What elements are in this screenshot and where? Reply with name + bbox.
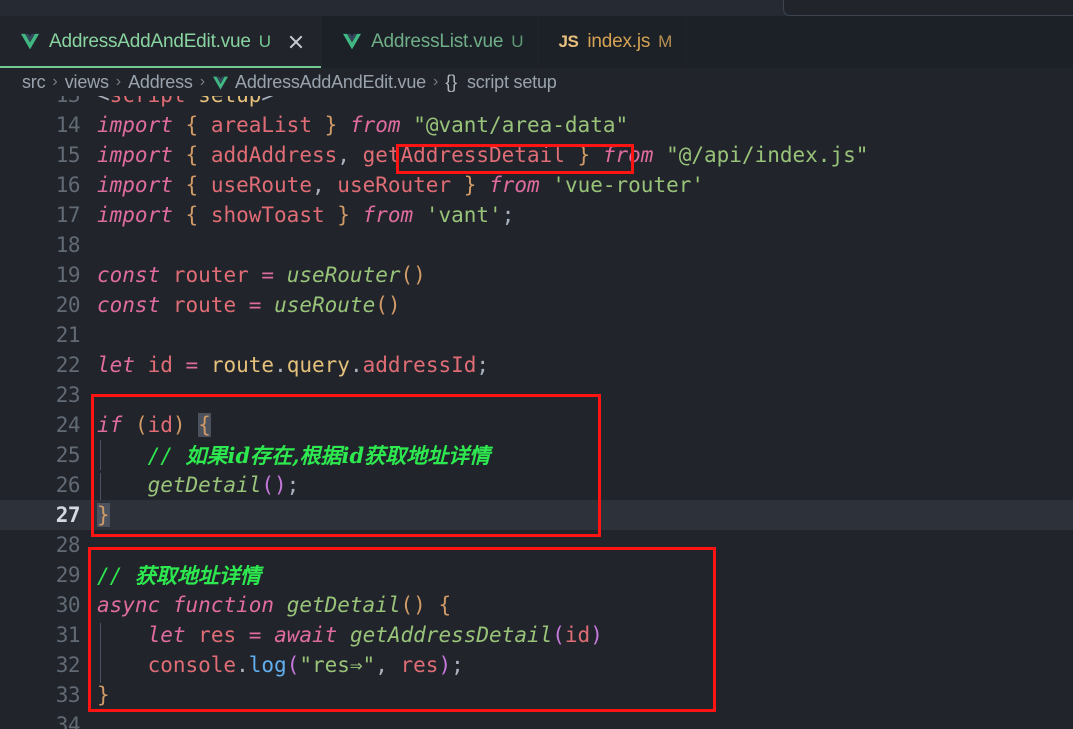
code-line[interactable]: 22 let id = route.query.addressId; <box>0 350 1073 380</box>
tab-git-badge: U <box>511 32 524 51</box>
breadcrumb-separator: › <box>432 73 439 90</box>
line-number: 16 <box>55 173 81 197</box>
code-line[interactable]: 23 <box>0 380 1073 410</box>
title-bar-strip <box>0 0 1073 16</box>
line-content: console.log("res⇒", res); <box>97 653 1073 683</box>
line-number: 22 <box>55 353 81 377</box>
line-number: 24 <box>55 413 81 437</box>
breadcrumb-symbol-label: script setup <box>466 71 557 92</box>
code-line[interactable]: 33 } <box>0 680 1073 710</box>
line-content: const router = useRouter() <box>97 263 426 287</box>
code-line[interactable]: 32 console.log("res⇒", res); <box>0 650 1073 683</box>
code-line[interactable]: 29 // 获取地址详情 <box>0 560 1073 590</box>
code-line[interactable]: 24 if (id) { <box>0 410 1073 440</box>
line-number: 30 <box>55 593 81 617</box>
js-icon: JS <box>558 32 579 51</box>
code-line[interactable]: 26 getDetail(); <box>0 470 1073 503</box>
vue-icon <box>20 33 40 51</box>
line-number: 23 <box>55 383 81 407</box>
breadcrumb: src › views › Address › AddressAddAndEdi… <box>0 68 1073 96</box>
line-number: 15 <box>55 143 81 167</box>
tab-label: AddressList.vue <box>371 31 504 52</box>
line-number: 20 <box>55 293 81 317</box>
line-content: async function getDetail() { <box>97 593 452 617</box>
code-line[interactable]: 19 const router = useRouter() <box>0 260 1073 290</box>
line-number: 31 <box>55 623 81 647</box>
line-content: const route = useRoute() <box>97 293 401 317</box>
code-line[interactable]: 31 let res = await getAddressDetail(id) <box>0 620 1073 653</box>
line-number: 14 <box>55 113 81 137</box>
tab-address-add-and-edit-vue[interactable]: AddressAddAndEdit.vue U <box>0 16 323 68</box>
code-line[interactable]: 30 async function getDetail() { <box>0 590 1073 620</box>
line-content: import { addAddress, getAddressDetail } … <box>97 143 869 167</box>
code-lines: 13 <script setup> 14 import { areaList }… <box>0 96 1073 729</box>
line-number: 28 <box>55 533 81 557</box>
line-number: 27 <box>55 503 81 527</box>
quick-input-widget-edge <box>783 0 1073 16</box>
line-number: 32 <box>55 653 81 677</box>
tab-git-badge: U <box>258 32 272 51</box>
line-content: import { showToast } from 'vant'; <box>97 203 515 227</box>
code-editor[interactable]: 13 <script setup> 14 import { areaList }… <box>0 96 1073 729</box>
line-content: } <box>97 683 110 707</box>
tab-address-list-vue[interactable]: AddressList.vue U <box>322 16 539 68</box>
line-content: import { areaList } from "@vant/area-dat… <box>97 113 629 137</box>
line-number: 13 <box>0 96 97 107</box>
breadcrumb-item-views[interactable]: views <box>65 72 109 93</box>
code-line[interactable]: 13 <script setup> <box>0 96 1073 110</box>
vscode-window: AddressAddAndEdit.vue U AddressList.vue … <box>0 0 1073 729</box>
line-number: 26 <box>55 473 81 497</box>
line-number: 19 <box>55 263 81 287</box>
code-line[interactable]: 25 // 如果id存在,根据id获取地址详情 <box>0 440 1073 470</box>
code-line[interactable]: 20 const route = useRoute() <box>0 290 1073 320</box>
breadcrumb-item-src[interactable]: src <box>22 72 46 93</box>
code-line[interactable]: 28 <box>0 530 1073 560</box>
line-number: 34 <box>55 713 81 729</box>
line-number: 33 <box>55 683 81 707</box>
code-line[interactable]: 18 <box>0 230 1073 260</box>
breadcrumb-item-address[interactable]: Address <box>128 72 193 93</box>
close-icon[interactable] <box>285 31 307 53</box>
line-content: import { useRoute, useRouter } from 'vue… <box>97 173 705 197</box>
code-line-current[interactable]: 27 } <box>0 500 1073 530</box>
line-content: if (id) { <box>97 413 211 437</box>
breadcrumb-file-label: AddressAddAndEdit.vue <box>235 71 426 92</box>
code-line[interactable]: 16 import { useRoute, useRouter } from '… <box>0 170 1073 200</box>
tab-git-badge: M <box>658 32 673 51</box>
braces-icon: {} <box>445 71 457 92</box>
editor-tab-bar: AddressAddAndEdit.vue U AddressList.vue … <box>0 16 1073 68</box>
code-line[interactable]: 14 import { areaList } from "@vant/area-… <box>0 110 1073 140</box>
breadcrumb-item-symbol[interactable]: {} script setup <box>445 72 556 93</box>
vue-icon <box>342 33 362 51</box>
line-number: 25 <box>55 443 81 467</box>
line-content: <script setup> <box>97 96 1073 107</box>
breadcrumb-separator: › <box>115 73 122 90</box>
line-content: // 获取地址详情 <box>97 563 261 588</box>
breadcrumb-separator: › <box>52 73 58 90</box>
line-content: } <box>97 503 110 527</box>
vue-icon <box>212 75 229 90</box>
line-content: let res = await getAddressDetail(id) <box>97 623 1073 653</box>
breadcrumb-separator: › <box>199 73 206 90</box>
line-number: 17 <box>55 203 81 227</box>
code-line[interactable]: 17 import { showToast } from 'vant'; <box>0 200 1073 230</box>
line-content: // 如果id存在,根据id获取地址详情 <box>97 440 1073 470</box>
line-content: let id = route.query.addressId; <box>97 353 490 377</box>
tab-label: index.js <box>587 31 651 52</box>
line-number: 18 <box>55 233 81 257</box>
line-number: 29 <box>55 563 81 587</box>
tab-index-js[interactable]: JS index.js M <box>538 16 688 68</box>
breadcrumb-item-file[interactable]: AddressAddAndEdit.vue <box>212 72 426 93</box>
line-number: 21 <box>55 323 81 347</box>
code-line[interactable]: 15 import { addAddress, getAddressDetail… <box>0 140 1073 170</box>
code-line[interactable]: 34 <box>0 710 1073 729</box>
line-content: getDetail(); <box>97 473 1073 503</box>
code-line[interactable]: 21 <box>0 320 1073 350</box>
tab-label: AddressAddAndEdit.vue <box>49 31 251 52</box>
